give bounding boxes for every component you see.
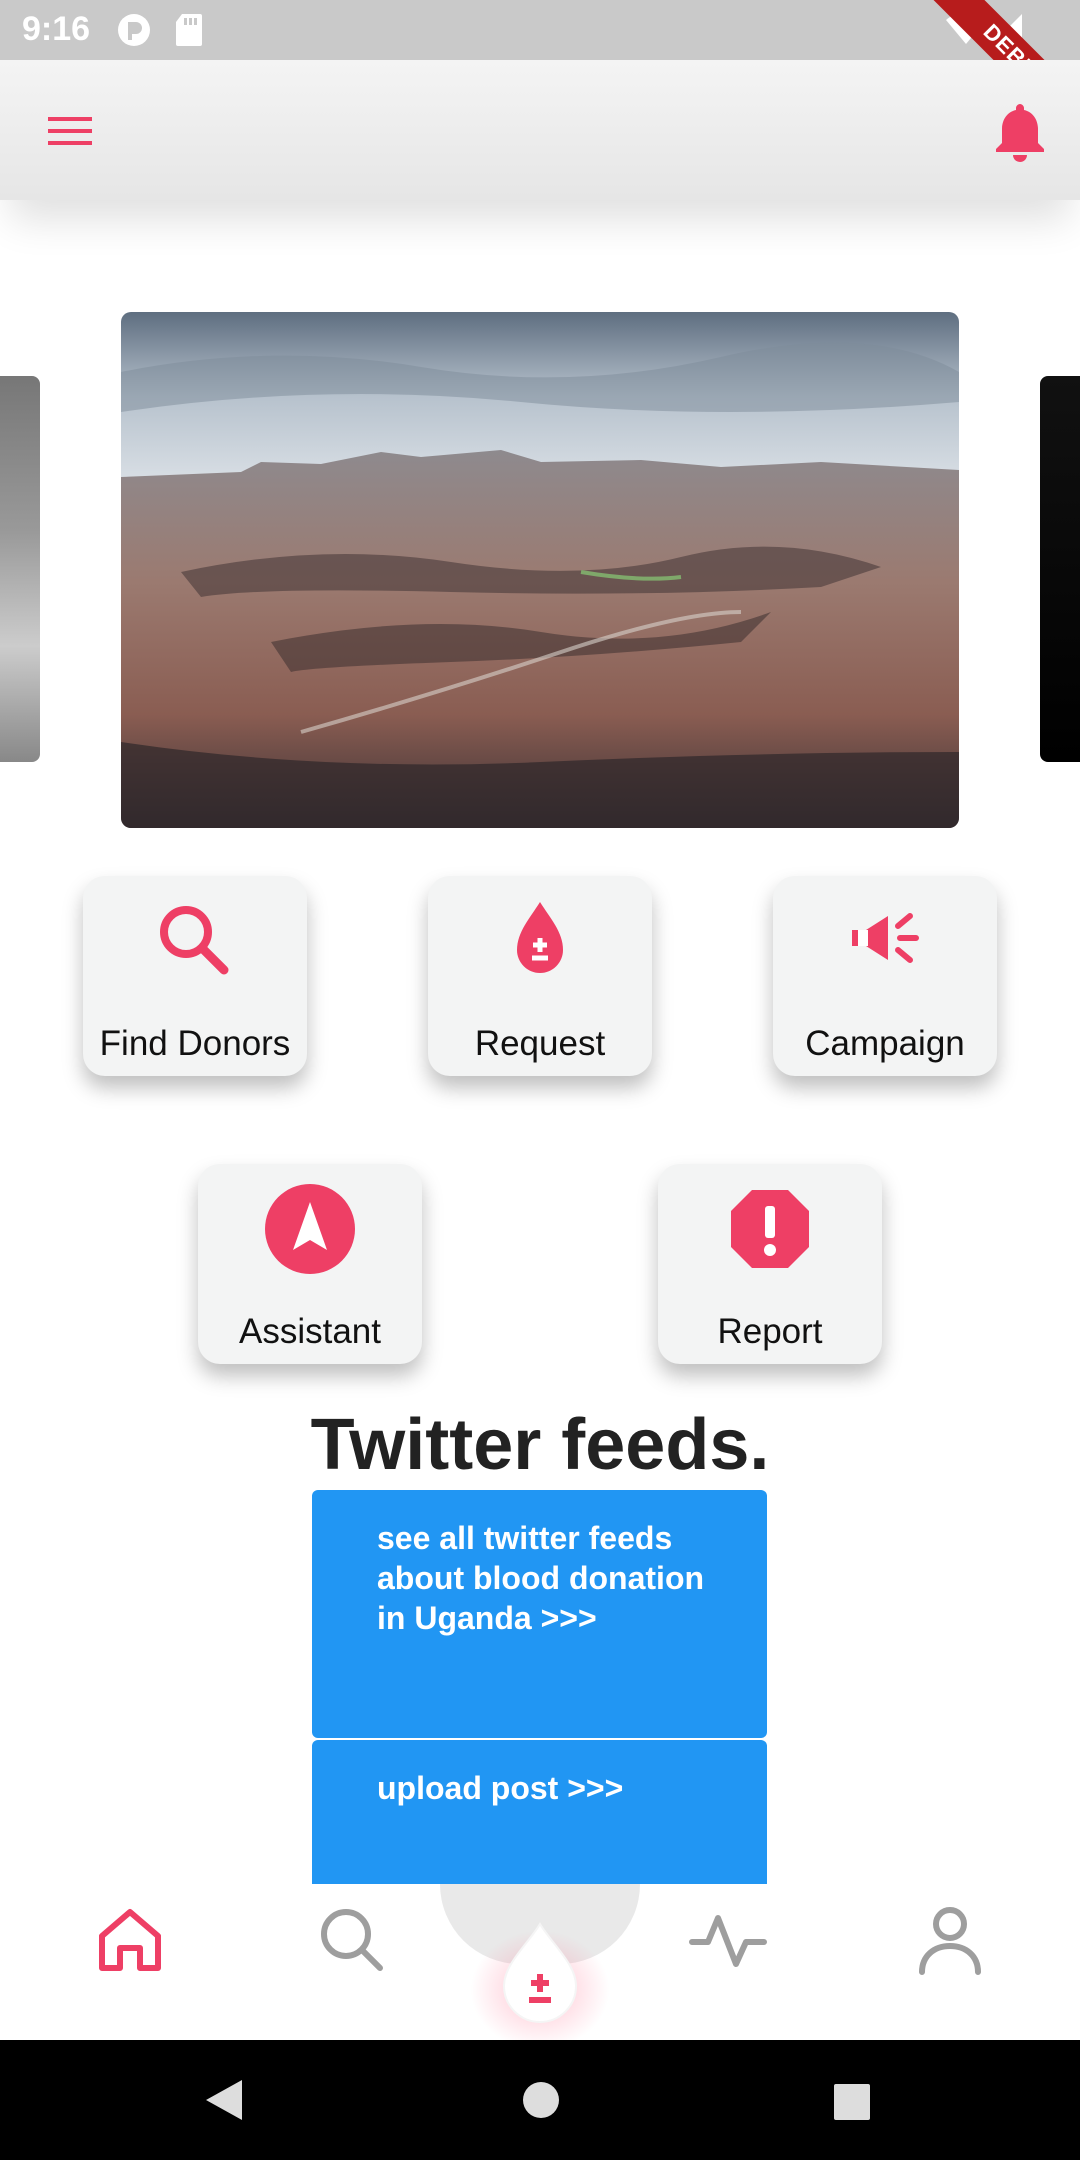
see-all-twitter-feeds-button[interactable]: see all twitter feeds about blood donati…	[312, 1490, 767, 1738]
search-icon	[150, 896, 240, 986]
activity-icon[interactable]	[688, 1900, 768, 1980]
request-label: Request	[474, 1024, 606, 1063]
back-icon[interactable]	[200, 2078, 248, 2127]
hamburger-menu-icon[interactable]	[40, 103, 100, 159]
carousel-next-card[interactable]	[1040, 376, 1080, 762]
twitter-feeds-title: Twitter feeds.	[310, 1405, 770, 1485]
navigation-arrow-icon	[265, 1184, 355, 1274]
report-button[interactable]: Report	[658, 1164, 882, 1364]
alert-octagon-icon	[725, 1184, 815, 1274]
recents-icon[interactable]	[832, 2078, 872, 2127]
assistant-button[interactable]: Assistant	[198, 1164, 422, 1364]
see-all-twitter-feeds-label: see all twitter feeds about blood donati…	[377, 1520, 705, 1636]
bell-icon[interactable]	[990, 98, 1050, 162]
report-label: Report	[717, 1312, 823, 1351]
pocket-icon	[116, 12, 152, 53]
home-icon[interactable]	[90, 1900, 170, 1980]
status-bar: 9:16 DEBUG	[0, 0, 1080, 153]
campaign-button[interactable]: Campaign	[773, 876, 997, 1076]
image-carousel[interactable]	[0, 312, 1080, 828]
app-bar	[0, 60, 1080, 200]
sd-card-icon	[174, 12, 204, 53]
status-time: 9:16	[22, 10, 91, 48]
search-icon[interactable]	[312, 1900, 392, 1980]
carousel-prev-card[interactable]	[0, 376, 40, 762]
profile-icon[interactable]	[910, 1900, 990, 1980]
find-donors-label: Find Donors	[99, 1024, 291, 1063]
campaign-label: Campaign	[805, 1024, 965, 1063]
upload-post-button[interactable]: upload post >>>	[312, 1740, 767, 1900]
megaphone-icon	[840, 896, 930, 986]
blood-drop-plus-minus-icon	[495, 896, 585, 986]
upload-post-label: upload post >>>	[377, 1770, 624, 1806]
blood-drop-icon[interactable]	[496, 1920, 584, 2026]
home-circle-icon[interactable]	[521, 2078, 561, 2123]
assistant-label: Assistant	[239, 1312, 381, 1351]
find-donors-button[interactable]: Find Donors	[83, 876, 307, 1076]
carousel-main-image[interactable]	[121, 312, 959, 828]
request-button[interactable]: Request	[428, 876, 652, 1076]
